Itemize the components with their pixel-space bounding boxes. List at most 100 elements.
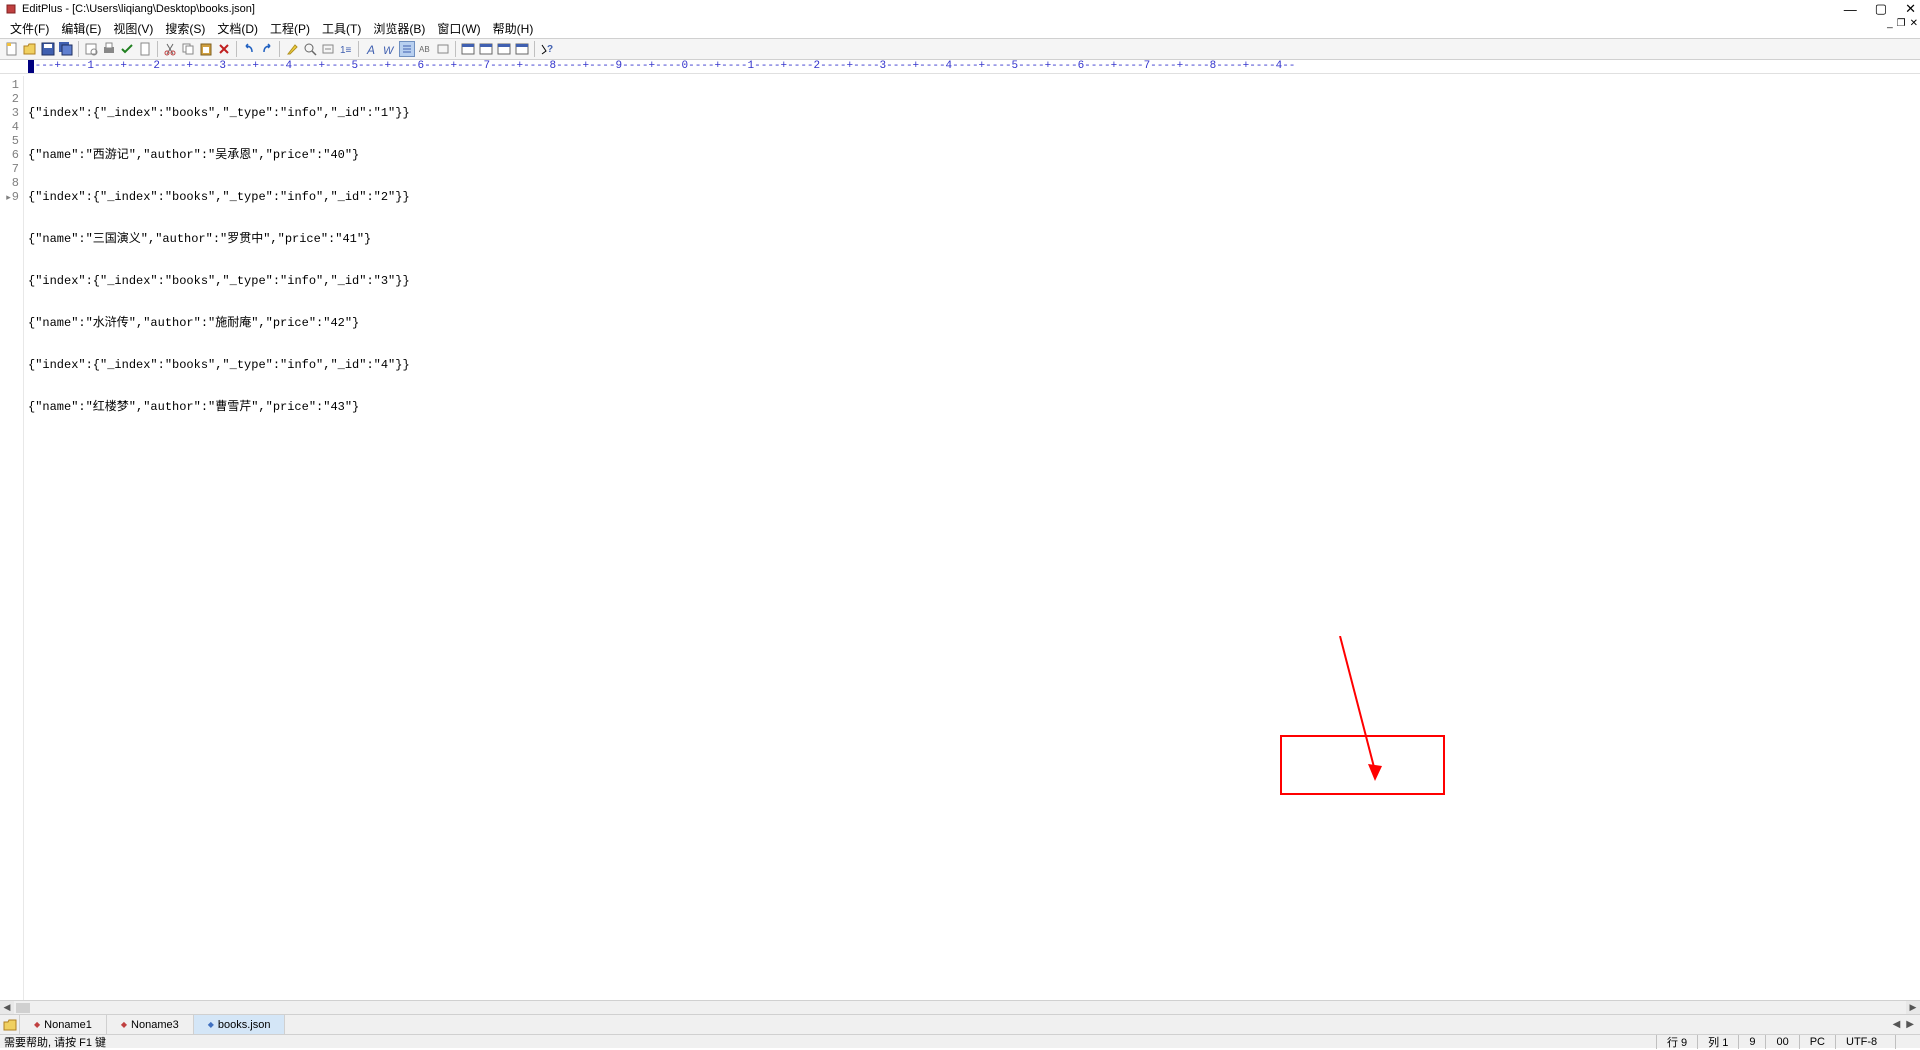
toolbar: 1≡ A W AB ? <box>0 38 1920 60</box>
editor: 1 2 3 4 5 6 7 8 9 {"index":{"_index":"bo… <box>0 76 1920 1000</box>
status-mode: PC <box>1799 1035 1835 1049</box>
window-1-icon[interactable] <box>460 41 476 57</box>
line-number: 1 <box>0 78 19 92</box>
line-number: 7 <box>0 162 19 176</box>
paste-icon[interactable] <box>198 41 214 57</box>
code-line: {"index":{"_index":"books","_type":"info… <box>28 274 1920 288</box>
code-line: {"index":{"_index":"books","_type":"info… <box>28 190 1920 204</box>
tab-noname3[interactable]: ◆ Noname3 <box>107 1015 194 1034</box>
toolbar-separator <box>279 41 280 57</box>
horizontal-scrollbar[interactable]: ◀ ▶ <box>0 1000 1920 1014</box>
find-next-icon[interactable] <box>320 41 336 57</box>
mdi-minimize-button[interactable]: _ <box>1887 18 1893 29</box>
menu-view[interactable]: 视图(V) <box>107 20 159 37</box>
scroll-left-icon[interactable]: ◀ <box>0 1001 14 1015</box>
context-help-icon[interactable]: ? <box>539 41 555 57</box>
ruler: ----+----1----+----2----+----3----+----4… <box>0 60 1920 74</box>
cut-icon[interactable] <box>162 41 178 57</box>
menu-document[interactable]: 文档(D) <box>211 20 264 37</box>
tab-books-json[interactable]: ◆ books.json <box>194 1015 286 1034</box>
line-gutter: 1 2 3 4 5 6 7 8 9 <box>0 76 24 1000</box>
status-col: 列 1 <box>1697 1035 1738 1049</box>
document-tabs: ◆ Noname1 ◆ Noname3 ◆ books.json ◀ ▶ <box>0 1014 1920 1034</box>
show-spaces-icon[interactable]: AB <box>417 41 433 57</box>
window-controls: — ▢ ✕ <box>1844 0 1916 18</box>
status-resize-grip-icon <box>1895 1035 1916 1049</box>
svg-text:?: ? <box>547 44 553 55</box>
svg-text:A: A <box>366 43 375 56</box>
title-bar: EditPlus - [C:\Users\liqiang\Desktop\boo… <box>0 0 1920 18</box>
toolbar-separator <box>534 41 535 57</box>
toolbar-separator <box>455 41 456 57</box>
code-line: {"name":"三国演义","author":"罗贯中","price":"4… <box>28 232 1920 246</box>
line-number: 3 <box>0 106 19 120</box>
mdi-controls: _ ❐ ✕ <box>1887 18 1918 29</box>
line-number-icon[interactable]: 1≡ <box>338 41 354 57</box>
menu-help[interactable]: 帮助(H) <box>487 20 540 37</box>
window-2-icon[interactable] <box>478 41 494 57</box>
app-icon <box>4 2 18 16</box>
line-number: 5 <box>0 134 19 148</box>
tab-noname1[interactable]: ◆ Noname1 <box>20 1015 107 1034</box>
show-tabs-icon[interactable] <box>435 41 451 57</box>
save-all-icon[interactable] <box>58 41 74 57</box>
document-icon[interactable] <box>137 41 153 57</box>
find-icon[interactable] <box>302 41 318 57</box>
maximize-button[interactable]: ▢ <box>1875 1 1887 17</box>
code-line: {"name":"水浒传","author":"施耐庵","price":"42… <box>28 316 1920 330</box>
menu-file[interactable]: 文件(F) <box>4 20 55 37</box>
toggle-highlight-icon[interactable] <box>399 41 415 57</box>
tab-label: Noname1 <box>44 1019 92 1031</box>
toolbar-separator <box>78 41 79 57</box>
code-line: {"index":{"_index":"books","_type":"info… <box>28 106 1920 120</box>
window-4-icon[interactable] <box>514 41 530 57</box>
undo-icon[interactable] <box>241 41 257 57</box>
tab-prev-icon[interactable]: ◀ <box>1893 1019 1901 1030</box>
toolbar-separator <box>157 41 158 57</box>
code-area[interactable]: {"index":{"_index":"books","_type":"info… <box>24 76 1920 1000</box>
copy-icon[interactable] <box>180 41 196 57</box>
tab-nav: ◀ ▶ <box>1887 1015 1920 1034</box>
open-file-icon[interactable] <box>22 41 38 57</box>
menu-window[interactable]: 窗口(W) <box>431 20 486 37</box>
check-icon[interactable] <box>119 41 135 57</box>
toolbar-separator <box>236 41 237 57</box>
line-number: 2 <box>0 92 19 106</box>
tab-next-icon[interactable]: ▶ <box>1906 1019 1914 1030</box>
scroll-right-icon[interactable]: ▶ <box>1906 1001 1920 1015</box>
status-row: 行 9 <box>1656 1035 1697 1049</box>
status-count: 9 <box>1738 1035 1765 1049</box>
code-line: {"name":"红楼梦","author":"曹雪芹","price":"43… <box>28 400 1920 414</box>
status-bar: 需要帮助, 请按 F1 键 行 9 列 1 9 00 PC UTF-8 <box>0 1034 1920 1048</box>
menu-edit[interactable]: 编辑(E) <box>55 20 107 37</box>
close-button[interactable]: ✕ <box>1905 1 1916 17</box>
mdi-close-button[interactable]: ✕ <box>1910 18 1918 29</box>
print-preview-icon[interactable] <box>83 41 99 57</box>
window-title: EditPlus - [C:\Users\liqiang\Desktop\boo… <box>22 3 255 15</box>
print-icon[interactable] <box>101 41 117 57</box>
delete-icon[interactable] <box>216 41 232 57</box>
status-encoding: UTF-8 <box>1835 1035 1895 1049</box>
marker-icon[interactable] <box>284 41 300 57</box>
svg-text:1≡: 1≡ <box>340 45 352 56</box>
svg-text:AB: AB <box>419 45 430 54</box>
wordwrap-icon[interactable]: W <box>381 41 397 57</box>
minimize-button[interactable]: — <box>1844 2 1857 17</box>
status-help: 需要帮助, 请按 F1 键 <box>4 1034 106 1050</box>
menu-project[interactable]: 工程(P) <box>264 20 316 37</box>
save-icon[interactable] <box>40 41 56 57</box>
redo-icon[interactable] <box>259 41 275 57</box>
window-3-icon[interactable] <box>496 41 512 57</box>
new-file-icon[interactable] <box>4 41 20 57</box>
scroll-thumb[interactable] <box>16 1003 30 1013</box>
mdi-restore-button[interactable]: ❐ <box>1897 18 1906 29</box>
menu-tools[interactable]: 工具(T) <box>316 20 367 37</box>
italic-icon[interactable]: A <box>363 41 379 57</box>
code-line: {"index":{"_index":"books","_type":"info… <box>28 358 1920 372</box>
menu-browser[interactable]: 浏览器(B) <box>367 20 431 37</box>
modified-icon: ◆ <box>34 1020 40 1029</box>
tab-folder-icon[interactable] <box>0 1015 20 1034</box>
toolbar-separator <box>358 41 359 57</box>
tab-label: books.json <box>218 1019 271 1031</box>
menu-search[interactable]: 搜索(S) <box>159 20 211 37</box>
